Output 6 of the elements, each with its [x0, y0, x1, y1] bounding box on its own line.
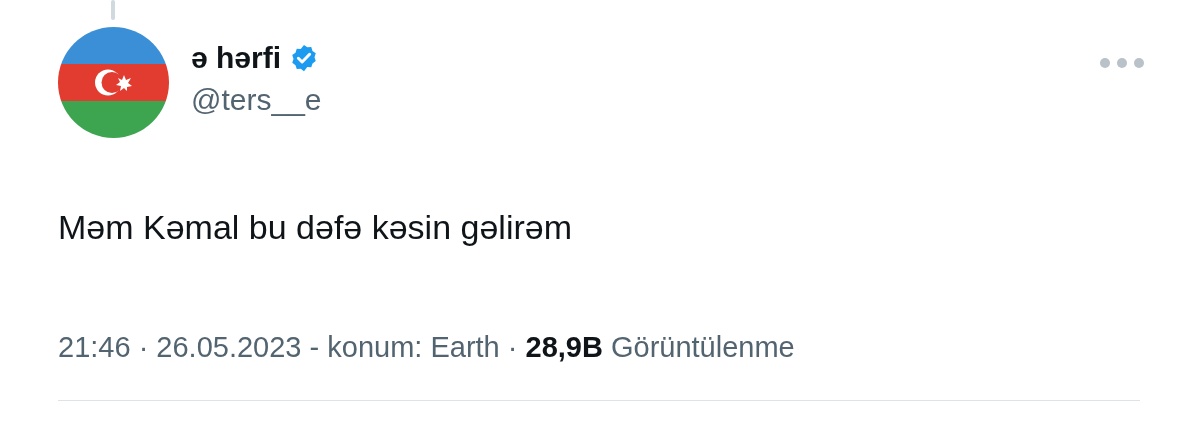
tweet-meta: 21:46 · 26.05.2023 - konum: Earth · 28,9B Görüntülenme [58, 331, 795, 363]
author-handle[interactable]: @ters__e [191, 83, 1077, 117]
author-name[interactable]: ə hərfi [191, 41, 282, 75]
thread-line [111, 0, 115, 20]
tweet-text: Məm Kəmal bu dəfə kəsin gəlirəm [58, 208, 572, 246]
more-options-icon[interactable] [1099, 57, 1145, 69]
